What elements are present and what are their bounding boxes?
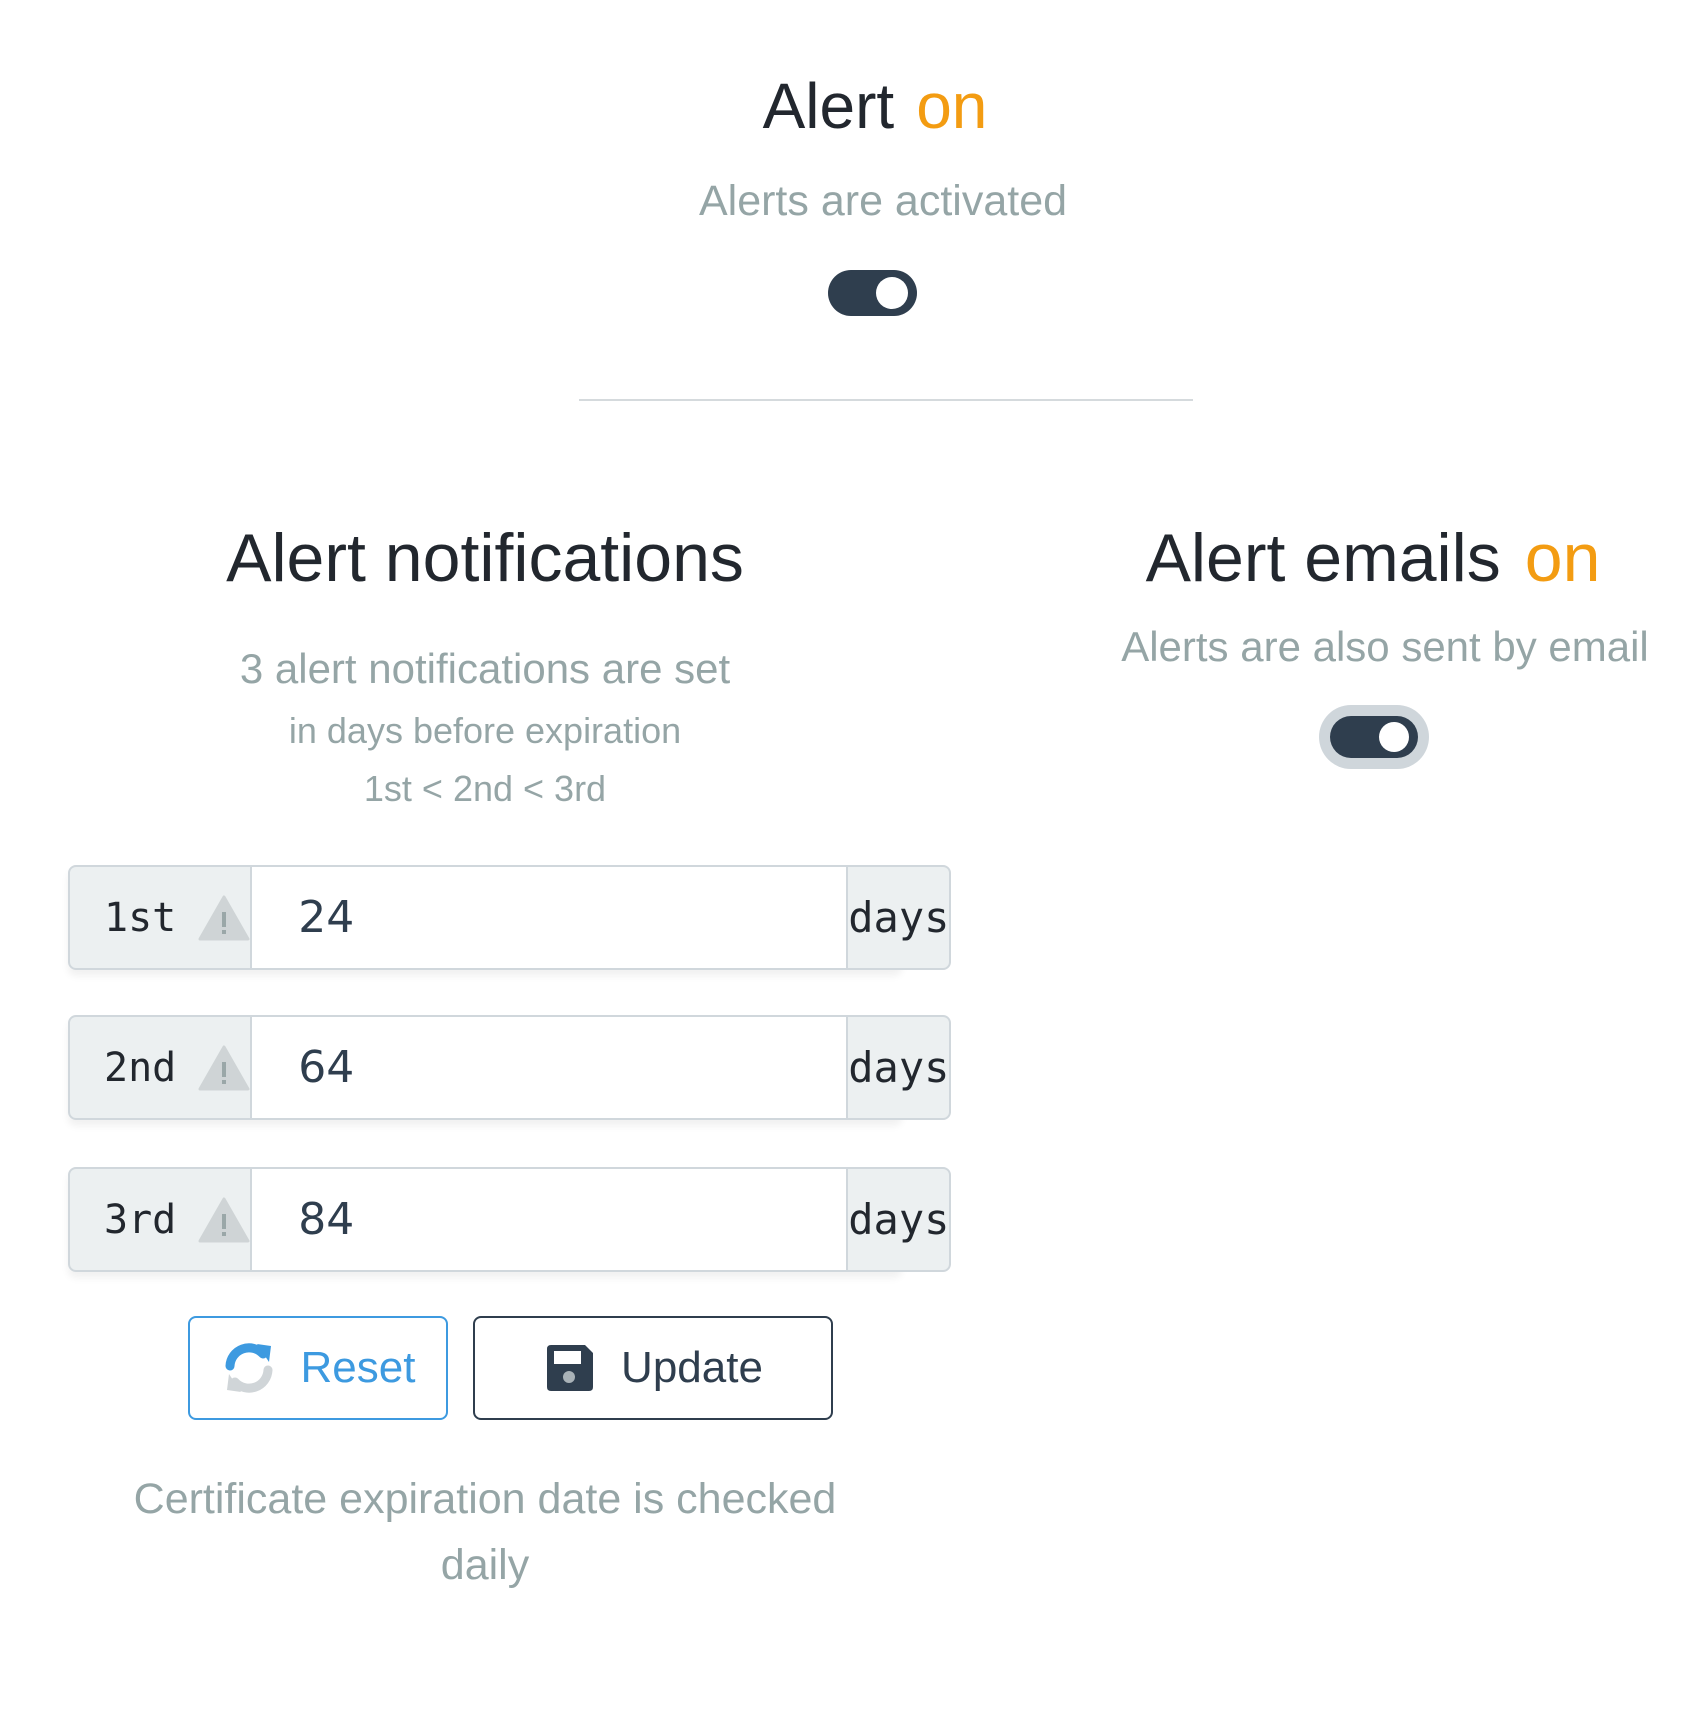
warning-icon: [198, 1197, 250, 1242]
notifications-unit-hint: in days before expiration: [288, 710, 682, 751]
ordinal-label: 2nd: [104, 1044, 177, 1091]
unit-addon: days: [846, 865, 952, 970]
alert-title: Alert on: [0, 66, 1700, 146]
notification-row: 2nd days: [68, 1015, 952, 1120]
email-toggle[interactable]: [1330, 716, 1418, 758]
notifications-title: Alert notifications: [226, 520, 744, 596]
emails-subtitle: Alerts are also sent by email: [1121, 623, 1649, 670]
ordinal-addon: 1st: [68, 865, 253, 970]
warning-icon: [198, 895, 250, 940]
toggle-knob: [1379, 722, 1409, 752]
refresh-icon: [225, 1343, 273, 1393]
warning-icon: [198, 1045, 250, 1090]
alert-title-text: Alert: [762, 70, 895, 142]
unit-addon: days: [846, 1167, 952, 1272]
emails-title: Alert emails on: [1090, 518, 1656, 598]
notifications-order-hint: 1st < 2nd < 3rd: [363, 768, 607, 809]
section-divider: [579, 399, 1193, 401]
toggle-knob: [876, 277, 908, 309]
emails-title-text: Alert emails: [1145, 520, 1501, 596]
notification-row: 1st days: [68, 865, 952, 970]
alert-subtitle: Alerts are activated: [698, 177, 1068, 225]
footer-note: Certificate expiration date is checked d…: [133, 1475, 837, 1589]
ordinal-label: 1st: [104, 894, 177, 941]
ordinal-addon: 3rd: [68, 1167, 253, 1272]
alert-toggle[interactable]: [828, 270, 917, 316]
days-input-3rd[interactable]: [252, 1167, 847, 1272]
notification-row: 3rd days: [68, 1167, 952, 1272]
notifications-description: 3 alert notifications are set: [239, 645, 731, 692]
floppy-disk-icon: [547, 1345, 594, 1391]
unit-addon: days: [846, 1015, 952, 1120]
days-input-2nd[interactable]: [252, 1015, 847, 1120]
reset-label: Reset: [300, 1343, 416, 1392]
alert-state-label: on: [916, 70, 988, 142]
ordinal-label: 3rd: [104, 1196, 177, 1243]
days-input-1st[interactable]: [252, 865, 847, 970]
emails-state-label: on: [1524, 520, 1601, 596]
update-button[interactable]: Update: [473, 1316, 833, 1420]
reset-button[interactable]: Reset: [188, 1316, 448, 1420]
ordinal-addon: 2nd: [68, 1015, 253, 1120]
update-label: Update: [621, 1343, 763, 1392]
